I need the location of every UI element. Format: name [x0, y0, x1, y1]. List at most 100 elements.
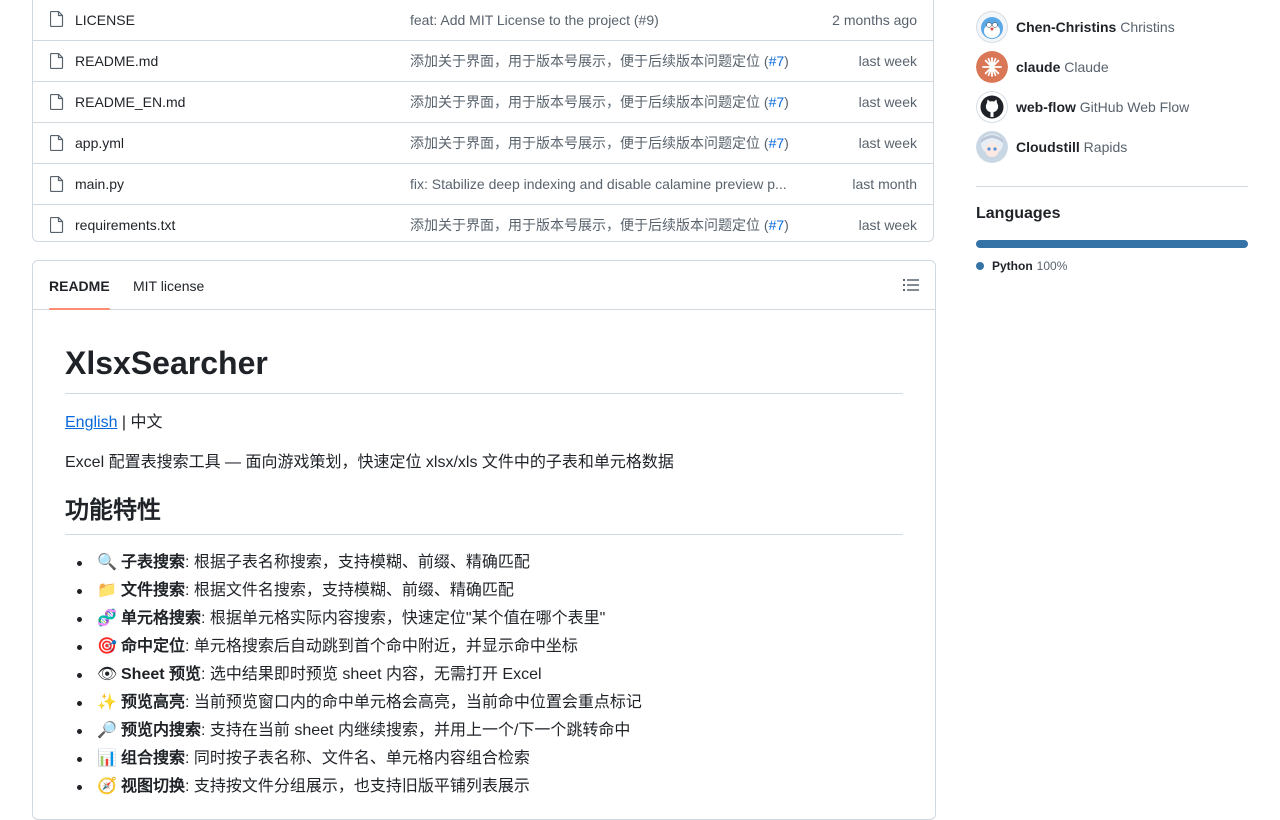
language-item[interactable]: Python 100% [976, 259, 1067, 273]
contributor-login[interactable]: Cloudstill [1016, 139, 1080, 155]
pr-link[interactable]: #7 [769, 53, 785, 69]
list-item: 👁 Sheet 预览: 选中结果即时预览 sheet 内容，无需打开 Excel [77, 661, 642, 689]
list-item: 📊 组合搜索: 同时按子表名称、文件名、单元格内容组合检索 [77, 745, 642, 773]
feature-text: : 根据子表名称搜索，支持模糊、前缀、精确匹配 [185, 554, 530, 571]
language-name[interactable]: Python [992, 259, 1033, 273]
contributor-login[interactable]: Chen-Christins [1016, 19, 1116, 35]
list-item: 🧬 单元格搜索: 根据单元格实际内容搜索，快速定位"某个值在哪个表里" [77, 605, 642, 633]
feature-text: : 根据文件名搜索，支持模糊、前缀、精确匹配 [185, 582, 514, 599]
file-icon [50, 11, 64, 27]
file-row[interactable]: LICENSE feat: Add MIT License to the pro… [33, 0, 933, 40]
list-item: 🧭 视图切换: 支持按文件分组展示，也支持旧版平铺列表展示 [77, 773, 642, 801]
claude-logo-icon[interactable] [976, 51, 1008, 83]
file-icon [50, 217, 64, 233]
feature-title: 命中定位 [121, 638, 186, 655]
commit-time: last week [858, 94, 917, 110]
pr-link[interactable]: #7 [769, 217, 785, 233]
commit-message-link[interactable]: 添加关于界面，用于版本号展示，便于后续版本问题定位 (#7) [410, 92, 802, 112]
commit-message-text[interactable]: 添加关于界面，用于版本号展示，便于后续版本问题定位 ( [410, 217, 769, 233]
github-octocat-icon[interactable] [976, 91, 1008, 123]
file-name-link[interactable]: requirements.txt [75, 217, 175, 233]
feature-title: 文件搜索 [121, 582, 186, 599]
commit-message-link[interactable]: 添加关于界面，用于版本号展示，便于后续版本问题定位 (#7) [410, 215, 802, 235]
english-link[interactable]: English [65, 414, 117, 431]
tab-readme[interactable]: README [49, 261, 110, 310]
features-heading: 功能特性 [65, 494, 903, 535]
bar-chart-icon: 📊 [97, 750, 117, 767]
commit-message-text[interactable]: 添加关于界面，用于版本号展示，便于后续版本问题定位 ( [410, 135, 769, 151]
contributor-item[interactable]: claude Claude [976, 51, 1109, 83]
magnifier-icon: 🔍 [97, 554, 117, 571]
language-percent: 100% [1036, 259, 1068, 273]
commit-message-link[interactable]: feat: Add MIT License to the project (#9… [410, 12, 802, 28]
feature-text: : 同时按子表名称、文件名、单元格内容组合检索 [185, 750, 530, 767]
file-row[interactable]: README_EN.md 添加关于界面，用于版本号展示，便于后续版本问题定位 (… [33, 81, 933, 122]
contributor-login[interactable]: claude [1016, 59, 1060, 75]
feature-text: : 单元格搜索后自动跳到首个命中附近，并显示命中坐标 [185, 638, 578, 655]
commit-message-text[interactable]: 添加关于界面，用于版本号展示，便于后续版本问题定位 ( [410, 53, 769, 69]
contributor-name: GitHub Web Flow [1079, 99, 1190, 115]
file-name-link[interactable]: README_EN.md [75, 94, 185, 110]
file-name-link[interactable]: app.yml [75, 135, 124, 151]
readme-tabs: README MIT license [33, 261, 935, 310]
file-icon [50, 135, 64, 151]
tab-license[interactable]: MIT license [133, 261, 204, 309]
eye-icon: 👁 [97, 666, 118, 683]
pr-link[interactable]: #7 [769, 135, 785, 151]
magnifier-right-icon: 🔎 [97, 722, 117, 739]
pr-link[interactable]: #7 [769, 94, 785, 110]
commit-time: last week [858, 217, 917, 233]
commit-message-text[interactable]: 添加关于界面，用于版本号展示，便于后续版本问题定位 ( [410, 94, 769, 110]
outline-list-icon[interactable] [903, 278, 919, 292]
feature-text: : 根据单元格实际内容搜索，快速定位"某个值在哪个表里" [201, 610, 606, 627]
commit-message-link[interactable]: fix: Stabilize deep indexing and disable… [410, 176, 802, 192]
feature-title: 组合搜索 [121, 750, 186, 767]
file-name-link[interactable]: LICENSE [75, 12, 135, 28]
feature-text: : 选中结果即时预览 sheet 内容，无需打开 Excel [201, 666, 542, 683]
file-row[interactable]: requirements.txt 添加关于界面，用于版本号展示，便于后续版本问题… [33, 204, 933, 245]
commit-message-text[interactable]: feat: Add MIT License to the project (#9… [410, 12, 659, 28]
commit-message-link[interactable]: 添加关于界面，用于版本号展示，便于后续版本问题定位 (#7) [410, 133, 802, 153]
readme-description: Excel 配置表搜索工具 — 面向游戏策划，快速定位 xlsx/xls 文件中… [65, 454, 674, 471]
contributor-item[interactable]: Chen-Christins Christins [976, 11, 1175, 43]
contributor-name: Rapids [1083, 139, 1128, 155]
commit-message-text[interactable]: fix: Stabilize deep indexing and disable… [410, 176, 787, 192]
anime-avatar-icon[interactable] [976, 131, 1008, 163]
feature-text: : 当前预览窗口内的命中单元格会高亮，当前命中位置会重点标记 [185, 694, 642, 711]
readme-panel: README MIT license XlsxSearcher English … [32, 260, 936, 820]
feature-text: : 支持在当前 sheet 内继续搜索，并用上一个/下一个跳转命中 [201, 722, 631, 739]
target-icon: 🎯 [97, 638, 117, 655]
feature-title: 视图切换 [121, 778, 186, 795]
commit-time: 2 months ago [832, 11, 917, 28]
language-color-dot [976, 262, 984, 270]
features-list: 🔍 子表搜索: 根据子表名称搜索，支持模糊、前缀、精确匹配 📁 文件搜索: 根据文件… [65, 549, 642, 801]
file-list: LICENSE feat: Add MIT License to the pro… [32, 0, 934, 242]
readme-title: XlsxSearcher [65, 343, 903, 394]
commit-time: last week [858, 53, 917, 69]
language-bar [976, 240, 1248, 248]
contributor-login[interactable]: web-flow [1016, 99, 1076, 115]
feature-title: 预览内搜索 [121, 722, 202, 739]
contributor-name: Christins [1120, 19, 1175, 35]
current-language: | 中文 [117, 414, 163, 431]
file-name-link[interactable]: README.md [75, 53, 158, 69]
file-row[interactable]: main.py fix: Stabilize deep indexing and… [33, 163, 933, 204]
list-item: 📁 文件搜索: 根据文件名搜索，支持模糊、前缀、精确匹配 [77, 577, 642, 605]
file-row[interactable]: app.yml 添加关于界面，用于版本号展示，便于后续版本问题定位 (#7) l… [33, 122, 933, 163]
file-icon [50, 53, 64, 69]
language-switch: English | 中文 [65, 411, 163, 435]
feature-text: : 支持按文件分组展示，也支持旧版平铺列表展示 [185, 778, 530, 795]
feature-title: 子表搜索 [121, 554, 186, 571]
cartoon-avatar-icon[interactable] [976, 11, 1008, 43]
list-item: ✨ 预览高亮: 当前预览窗口内的命中单元格会高亮，当前命中位置会重点标记 [77, 689, 642, 717]
languages-heading: Languages [976, 205, 1061, 222]
contributor-item[interactable]: Cloudstill Rapids [976, 131, 1127, 163]
contributor-item[interactable]: web-flow GitHub Web Flow [976, 91, 1189, 123]
commit-message-link[interactable]: 添加关于界面，用于版本号展示，便于后续版本问题定位 (#7) [410, 51, 802, 71]
file-row[interactable]: README.md 添加关于界面，用于版本号展示，便于后续版本问题定位 (#7)… [33, 40, 933, 81]
sparkles-icon: ✨ [97, 694, 117, 711]
feature-title: 预览高亮 [121, 694, 186, 711]
file-name-link[interactable]: main.py [75, 176, 124, 192]
list-item: 🔍 子表搜索: 根据子表名称搜索，支持模糊、前缀、精确匹配 [77, 549, 642, 577]
commit-time: last month [852, 176, 917, 192]
